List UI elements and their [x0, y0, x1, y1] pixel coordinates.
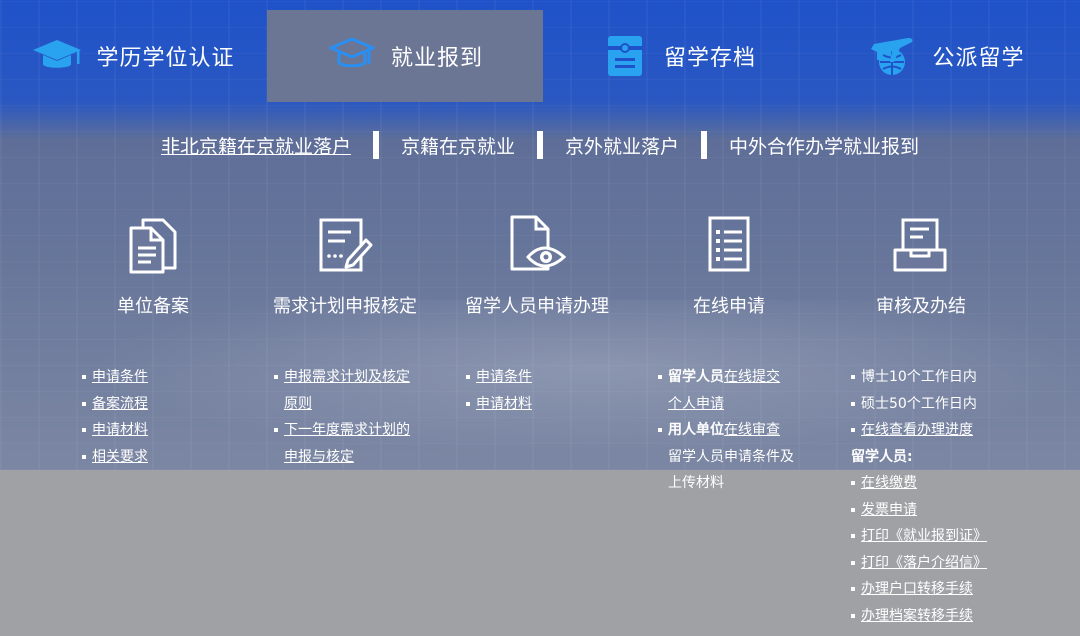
list-item: 申请材料: [466, 391, 636, 418]
list-item: 博士10个工作日内: [851, 364, 1051, 391]
tab-government-sponsored-study[interactable]: 公派留学: [813, 10, 1080, 102]
label-employer: 用人单位: [668, 422, 724, 438]
sub-navigation: 非北京籍在京就业落户 京籍在京就业 京外就业落户 中外合作办学就业报到: [0, 128, 1080, 162]
list-item: 申报需求计划及核定 原则: [274, 364, 444, 417]
list-item: 用人单位在线审查留学人员申请条件及 上传材料: [658, 417, 818, 497]
step-title: 单位备案: [117, 296, 189, 317]
link-archive-transfer[interactable]: 办理档案转移手续: [861, 608, 973, 624]
tab-label: 公派留学: [932, 46, 1025, 71]
list-item: 申请材料: [82, 417, 252, 444]
list-item: 硕士50个工作日内: [851, 391, 1051, 418]
link-hukou-transfer[interactable]: 办理户口转移手续: [861, 581, 973, 597]
service-tabs: 学历学位认证 就业报到 留学存档 公派留学: [0, 0, 1080, 102]
link-print-employment-certificate[interactable]: 打印《就业报到证》: [861, 528, 987, 544]
step-review-complete: 审核及办结: [821, 212, 1021, 318]
link-filing-process[interactable]: 备案流程: [92, 396, 148, 412]
edit-form-icon: [245, 212, 445, 278]
list-item: 办理户口转移手续: [851, 576, 1051, 603]
link-related-requirements[interactable]: 相关要求: [92, 449, 148, 465]
links-online-application: 留学人员在线提交 个人申请 用人单位在线审查留学人员申请条件及 上传材料: [658, 364, 818, 497]
list-item: 相关要求: [82, 444, 252, 471]
list-item: 打印《就业报到证》: [851, 523, 1051, 550]
tab-label: 学历学位认证: [96, 46, 235, 71]
link-print-settlement-letter[interactable]: 打印《落户介绍信》: [861, 555, 987, 571]
tab-employment-report[interactable]: 就业报到: [267, 10, 543, 102]
links-student-application: 申请条件 申请材料: [466, 364, 636, 417]
documents-icon: [53, 212, 253, 278]
label-students: 留学人员: [668, 369, 724, 385]
links-unit-filing: 申请条件 备案流程 申请材料 相关要求: [82, 364, 252, 470]
list-item: 申请条件: [82, 364, 252, 391]
links-demand-plan: 申报需求计划及核定 原则 下一年度需求计划的 申报与核定: [274, 364, 444, 470]
document-eye-icon: [437, 212, 637, 278]
link-application-materials[interactable]: 申请材料: [476, 396, 532, 412]
review-detail-text: 留学人员申请条件及: [668, 448, 794, 465]
subnav-outside-beijing-settlement[interactable]: 京外就业落户: [543, 132, 701, 159]
subnav-non-beijing-settlement[interactable]: 非北京籍在京就业落户: [139, 132, 373, 159]
list-item: 打印《落户介绍信》: [851, 550, 1051, 577]
list-item: 备案流程: [82, 391, 252, 418]
review-detail-text-cont: 上传材料: [668, 475, 724, 491]
link-invoice-request[interactable]: 发票申请: [861, 502, 917, 518]
link-online-review[interactable]: 在线审查: [724, 422, 780, 438]
list-item: 下一年度需求计划的 申报与核定: [274, 417, 444, 470]
link-demand-plan-principle[interactable]: 申报需求计划及核定: [284, 369, 410, 385]
list-item: 在线查看办理进度: [851, 417, 1051, 444]
link-demand-plan-principle-cont[interactable]: 原则: [284, 396, 312, 412]
link-application-materials[interactable]: 申请材料: [92, 422, 148, 438]
list-item: 留学人员在线提交 个人申请: [658, 364, 818, 417]
tab-label: 就业报到: [390, 46, 483, 71]
airplane-globe-icon: [868, 31, 918, 81]
step-student-application: 留学人员申请办理: [437, 212, 637, 318]
tab-degree-certification[interactable]: 学历学位认证: [0, 10, 267, 102]
step-title: 需求计划申报核定: [273, 296, 417, 317]
links-review-complete: 博士10个工作日内 硕士50个工作日内 在线查看办理进度 留学人员: 在线缴费 …: [851, 364, 1051, 629]
archive-document-icon: [600, 31, 650, 81]
list-item: 发票申请: [851, 497, 1051, 524]
step-online-application: 在线申请: [629, 212, 829, 318]
link-check-progress[interactable]: 在线查看办理进度: [861, 422, 973, 438]
subheading-students: 留学人员:: [851, 448, 913, 465]
step-title: 留学人员申请办理: [465, 296, 609, 317]
inbox-tray-icon: [821, 212, 1021, 278]
tab-label: 留学存档: [663, 46, 756, 71]
master-timeline: 硕士50个工作日内: [861, 395, 977, 412]
step-title: 在线申请: [693, 296, 765, 317]
list-subheading: 留学人员:: [851, 444, 1051, 471]
link-next-year-plan-cont[interactable]: 申报与核定: [284, 449, 354, 465]
subnav-beijing-employment[interactable]: 京籍在京就业: [379, 132, 537, 159]
link-application-conditions[interactable]: 申请条件: [476, 369, 532, 385]
link-application-conditions[interactable]: 申请条件: [92, 369, 148, 385]
checklist-icon: [629, 212, 829, 278]
list-item: 在线缴费: [851, 470, 1051, 497]
link-online-payment[interactable]: 在线缴费: [861, 475, 917, 491]
graduation-cap-icon: [32, 31, 82, 81]
doctor-timeline: 博士10个工作日内: [861, 369, 977, 385]
link-personal-application[interactable]: 个人申请: [668, 396, 724, 412]
link-next-year-plan[interactable]: 下一年度需求计划的: [284, 422, 410, 438]
step-demand-plan: 需求计划申报核定: [245, 212, 445, 318]
tab-study-abroad-archive[interactable]: 留学存档: [543, 10, 813, 102]
list-item: 办理档案转移手续: [851, 603, 1051, 630]
step-title: 审核及办结: [876, 296, 966, 317]
graduation-cap-icon: [327, 31, 377, 81]
subnav-sino-foreign-cooperation[interactable]: 中外合作办学就业报到: [707, 132, 941, 159]
link-online-submit[interactable]: 在线提交: [724, 369, 780, 385]
step-unit-filing: 单位备案: [53, 212, 253, 318]
list-item: 申请条件: [466, 364, 636, 391]
